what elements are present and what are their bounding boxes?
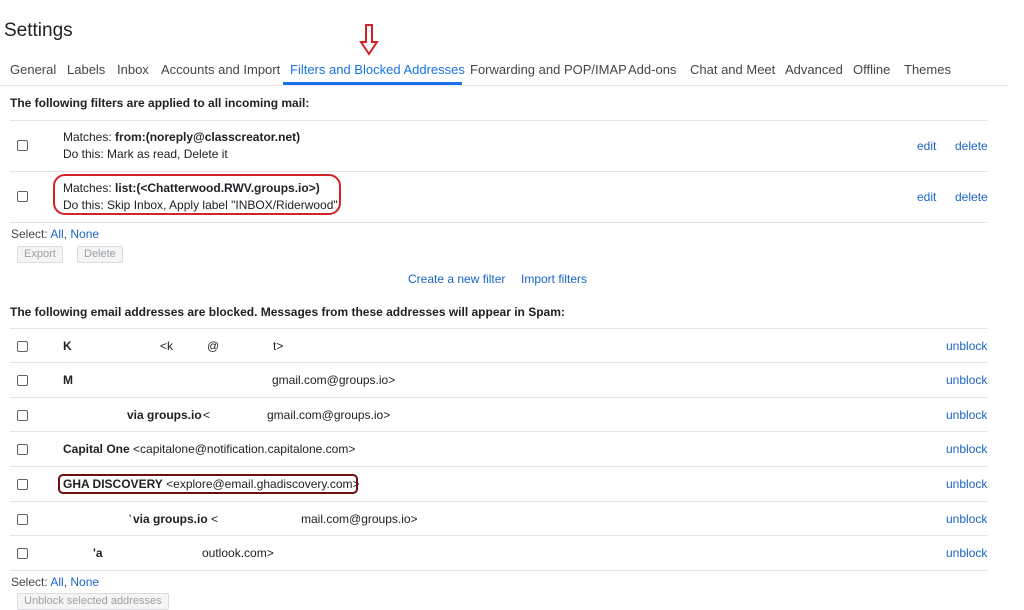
unblock-link[interactable]: unblock <box>946 442 987 456</box>
divider <box>10 431 988 432</box>
unblock-selected-button[interactable]: Unblock selected addresses <box>17 593 169 610</box>
create-filter-link[interactable]: Create a new filter <box>408 272 505 286</box>
blocked-email-fragment: @ <box>207 339 220 353</box>
divider <box>10 328 988 329</box>
select-all-link[interactable]: All <box>50 227 63 241</box>
divider <box>10 397 988 398</box>
select-label: Select: <box>11 575 51 589</box>
blocked-heading: The following email addresses are blocke… <box>10 305 565 319</box>
tab-general[interactable]: General <box>10 62 56 77</box>
blocked-email-fragment: mail.com@groups.io> <box>301 512 418 526</box>
tab-forwarding-and-pop-imap[interactable]: Forwarding and POP/IMAP <box>470 62 627 77</box>
blocked-checkbox[interactable] <box>17 514 28 525</box>
filter-edit-link[interactable]: edit <box>917 139 936 153</box>
select-none-link[interactable]: None <box>70 575 99 589</box>
filters-select-line: Select: All, None <box>11 227 99 241</box>
tab-themes[interactable]: Themes <box>904 62 951 77</box>
blocked-name: K <box>63 339 72 353</box>
annotation-arrow-icon <box>359 24 379 56</box>
annotation-highlight-box <box>58 474 358 494</box>
unblock-link[interactable]: unblock <box>946 339 987 353</box>
filters-heading: The following filters are applied to all… <box>10 96 310 110</box>
tab-add-ons[interactable]: Add-ons <box>628 62 676 77</box>
blocked-checkbox[interactable] <box>17 410 28 421</box>
page-title: Settings <box>4 20 73 41</box>
blocked-name: M <box>63 373 73 387</box>
filter-matches: Matches: from:(noreply@classcreator.net) <box>63 130 300 144</box>
blocked-address: Capital One <capitalone@notification.cap… <box>63 442 355 456</box>
select-label: Select: <box>11 227 51 241</box>
blocked-email-fragment: t> <box>273 339 284 353</box>
blocked-name: via groups.io <box>133 512 208 526</box>
tab-inbox[interactable]: Inbox <box>117 62 149 77</box>
blocked-checkbox[interactable] <box>17 479 28 490</box>
divider <box>10 466 988 467</box>
divider <box>10 222 988 223</box>
filter-delete-link[interactable]: delete <box>955 190 988 204</box>
filter-checkbox[interactable] <box>17 140 28 151</box>
filter-delete-link[interactable]: delete <box>955 139 988 153</box>
select-all-link[interactable]: All <box>50 575 63 589</box>
delete-button[interactable]: Delete <box>77 246 123 263</box>
blocked-email-fragment: <k <box>160 339 174 353</box>
unblock-link[interactable]: unblock <box>946 477 987 491</box>
blocked-checkbox[interactable] <box>17 341 28 352</box>
tab-offline[interactable]: Offline <box>853 62 890 77</box>
filter-action: Do this: Mark as read, Delete it <box>63 147 228 161</box>
filter-edit-link[interactable]: edit <box>917 190 936 204</box>
divider <box>10 535 988 536</box>
tab-accounts-and-import[interactable]: Accounts and Import <box>161 62 280 77</box>
active-tab-indicator <box>283 82 462 85</box>
filter-matches-label: Matches: <box>63 130 116 144</box>
divider <box>10 570 988 571</box>
unblock-link[interactable]: unblock <box>946 408 987 422</box>
blocked-name: Capital One <box>63 442 130 456</box>
blocked-email-fragment: gmail.com@groups.io> <box>272 373 396 387</box>
blocked-email-fragment: gmail.com@groups.io> <box>267 408 391 422</box>
blocked-email-fragment: outlook.com> <box>202 546 274 560</box>
tab-filters-and-blocked-addresses[interactable]: Filters and Blocked Addresses <box>290 62 465 77</box>
blocked-email-fragment: < <box>211 512 219 526</box>
blocked-select-line: Select: All, None <box>11 575 99 589</box>
blocked-email: <capitalone@notification.capitalone.com> <box>129 442 356 456</box>
annotation-highlight-oval <box>53 174 341 215</box>
filter-checkbox[interactable] <box>17 191 28 202</box>
divider <box>10 362 988 363</box>
blocked-name: 'a <box>93 546 103 560</box>
unblock-link[interactable]: unblock <box>946 512 987 526</box>
tab-labels[interactable]: Labels <box>67 62 105 77</box>
import-filters-link[interactable]: Import filters <box>521 272 587 286</box>
divider <box>10 120 988 121</box>
blocked-email-fragment: < <box>203 408 211 422</box>
tab-advanced[interactable]: Advanced <box>785 62 843 77</box>
divider <box>10 501 988 502</box>
blocked-checkbox[interactable] <box>17 375 28 386</box>
divider <box>10 171 988 172</box>
export-button[interactable]: Export <box>17 246 63 263</box>
settings-tabs: General Labels Inbox Accounts and Import… <box>0 56 1008 86</box>
filter-matches-value: from:(noreply@classcreator.net) <box>115 130 301 144</box>
tab-chat-and-meet[interactable]: Chat and Meet <box>690 62 775 77</box>
blocked-checkbox[interactable] <box>17 444 28 455</box>
blocked-name: via groups.io <box>127 408 202 422</box>
blocked-name-fragment: ' <box>129 512 132 526</box>
blocked-checkbox[interactable] <box>17 548 28 559</box>
unblock-link[interactable]: unblock <box>946 373 987 387</box>
select-none-link[interactable]: None <box>70 227 99 241</box>
unblock-link[interactable]: unblock <box>946 546 987 560</box>
